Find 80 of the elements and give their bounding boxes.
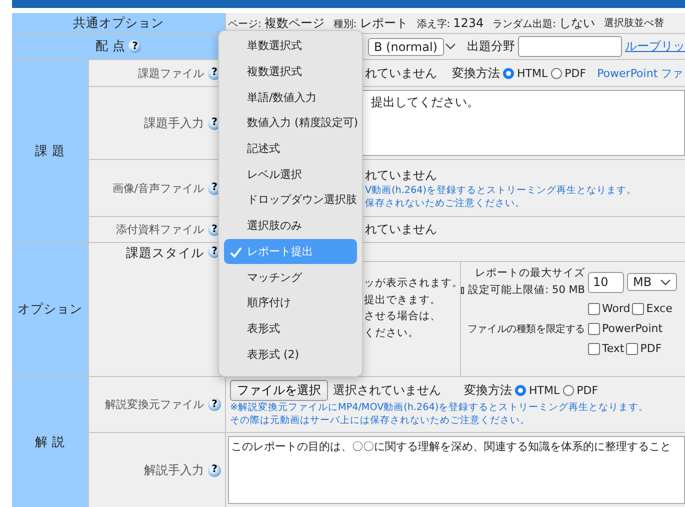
note-text: ※解説変換元ファイルにMP4/MOV動画(h.264)を登録するとストリーミング再生となります。 — [230, 401, 650, 414]
field-label: レポートの最大サイズ — [474, 266, 585, 281]
file-status: れていません — [365, 166, 437, 184]
option-value: しない — [559, 14, 596, 32]
unit-select[interactable]: MB — [627, 273, 677, 291]
section-header: 配 点 — [96, 38, 126, 55]
radio-label: HTML — [529, 384, 560, 397]
field-label: 解説変換元ファイル — [105, 397, 204, 412]
file-status: れていません — [365, 221, 437, 238]
field-label: 画像/音声ファイル — [112, 180, 204, 196]
field-label: ファイルの種類を限定する — [466, 322, 585, 336]
checkbox-label: Word — [602, 302, 630, 315]
field-label: 出題分野 — [467, 38, 515, 55]
field-label: 添付資料ファイル — [116, 222, 204, 237]
description-text: ください。 — [364, 326, 420, 340]
radio-label: PDF — [576, 384, 598, 397]
field-label: 解説手入力 — [144, 462, 204, 478]
radio-label: PDF — [564, 66, 586, 80]
checkbox-label: Text — [602, 342, 624, 355]
checkbox[interactable] — [626, 342, 638, 354]
convert-label: 変換方法 — [464, 382, 512, 399]
file-status: れていません — [365, 64, 437, 82]
menu-item[interactable]: 複数選択式 — [224, 58, 357, 84]
checkbox[interactable] — [632, 302, 644, 314]
menu-item[interactable]: レベル選択 — [224, 161, 357, 188]
limit-note: 設定可能上限値: 50 MB — [468, 283, 585, 298]
radio-button[interactable] — [515, 385, 526, 396]
option-label: 添え字: — [416, 18, 450, 30]
file-status: 選択されていません — [333, 382, 441, 399]
option-label: 種別: — [333, 18, 357, 30]
section-header: オプション — [12, 243, 88, 376]
option-label: 選択肢並べ替 — [604, 16, 664, 30]
powerpoint-link[interactable]: PowerPoint ファ — [597, 66, 684, 80]
option-value: 1234 — [453, 16, 484, 30]
chevron-down-icon — [445, 43, 456, 50]
note-text: 保存されないためご注意ください。 — [365, 196, 526, 210]
check-icon — [230, 246, 242, 258]
choose-file-button[interactable]: ファイルを選択 — [230, 380, 328, 401]
menu-item[interactable]: マッチング — [224, 264, 357, 290]
size-field[interactable]: 10 — [588, 272, 624, 292]
menu-item[interactable]: 選択肢のみ — [224, 212, 357, 238]
rubric-link[interactable]: ルーブリッ — [625, 38, 685, 55]
chevron-down-icon — [660, 278, 671, 286]
description-text: ッが表示されます。 — [364, 276, 460, 291]
radio-button[interactable] — [562, 385, 574, 396]
text-area[interactable]: このレポートの目的は、〇〇に関する理解を深め、関連する知識を体系的に整理すること — [228, 436, 685, 504]
field-label: 課題ファイル — [138, 66, 204, 80]
description-text: させる場合は、 — [364, 309, 442, 324]
field-label: 課題手入力 — [144, 114, 204, 132]
option-value: レポート — [360, 14, 408, 32]
option-label: ページ: — [228, 18, 262, 30]
category-field[interactable] — [518, 36, 622, 57]
field-label: 課題スタイル — [126, 245, 204, 262]
description-text: 提出できます。 — [364, 292, 442, 308]
section-header: 課 題 — [12, 60, 88, 242]
checkbox[interactable] — [588, 302, 600, 314]
note-text: その際は元動画はサーバ上には保存されないためご注意ください。 — [230, 414, 531, 427]
help-icon[interactable]: ? — [208, 398, 221, 411]
checkbox-label: Exce — [646, 302, 672, 315]
menu-item[interactable]: 表形式 — [224, 316, 357, 342]
menu-item[interactable]: 順序付け — [224, 290, 357, 316]
menu-item[interactable]: 表形式 (2) — [224, 341, 357, 367]
radio-button[interactable] — [503, 68, 514, 78]
section-header: 解 説 — [12, 377, 88, 507]
menu-item[interactable]: 単数選択式 — [224, 33, 357, 59]
option-value: 複数ページ — [264, 14, 324, 32]
checkbox-label: PowerPoint — [602, 322, 663, 335]
convert-label: 変換方法 — [452, 64, 500, 82]
square-icon — [461, 287, 464, 294]
help-icon[interactable]: ? — [208, 464, 221, 476]
checkbox-label: PDF — [640, 342, 662, 355]
option-label: ランダム出題: — [492, 18, 556, 30]
note-text: V動画(h.264)を登録するとストリーミング再生となります。 — [365, 184, 638, 196]
menu-item[interactable]: ドロップダウン選択肢 — [224, 187, 357, 213]
section-header: 共通オプション — [12, 13, 225, 33]
help-icon[interactable]: ? — [128, 40, 142, 53]
checkbox[interactable] — [588, 342, 600, 354]
radio-button[interactable] — [550, 68, 562, 78]
radio-label: HTML — [517, 66, 548, 80]
checkbox[interactable] — [588, 322, 600, 334]
